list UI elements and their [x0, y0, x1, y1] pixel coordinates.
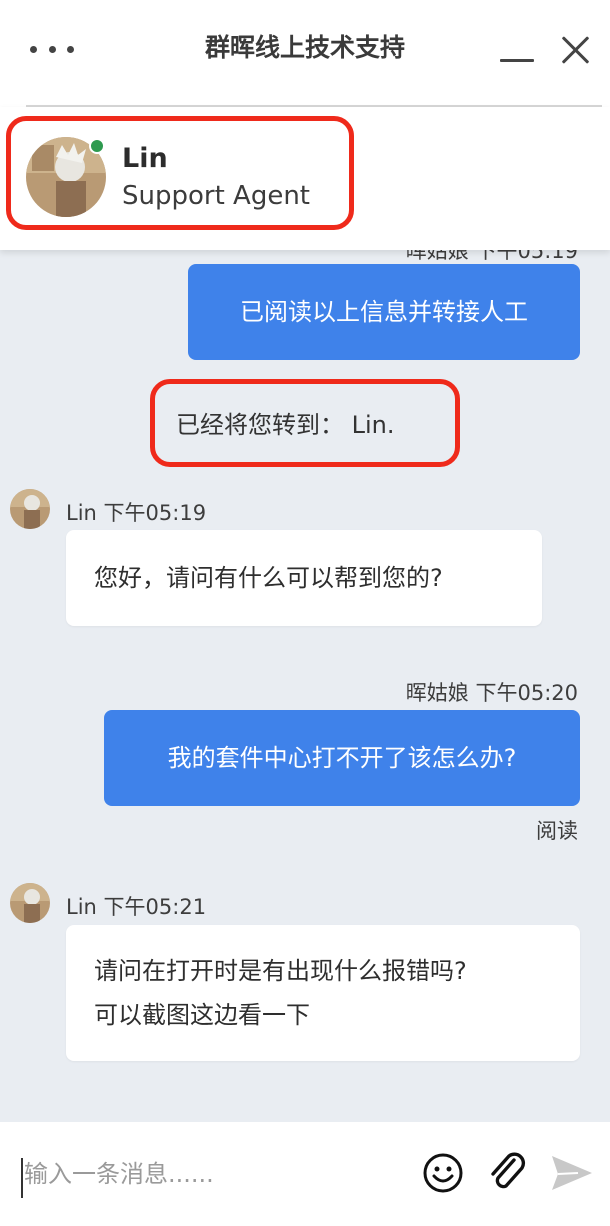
message-composer	[0, 1122, 610, 1226]
send-icon[interactable]	[548, 1150, 594, 1196]
system-message: 已经将您转到： Lin.	[176, 411, 395, 439]
message-meta: 晖姑娘 下午05:20	[405, 681, 578, 705]
close-icon[interactable]	[558, 32, 594, 68]
outgoing-message: 已阅读以上信息并转接人工	[188, 264, 580, 360]
agent-info-bar: Lin Support Agent	[0, 107, 610, 250]
online-status-indicator	[89, 138, 105, 154]
chat-history[interactable]: 晖姑娘 下午05:19 已阅读以上信息并转接人工 已经将您转到： Lin. Li…	[0, 107, 610, 1122]
agent-role: Support Agent	[122, 181, 311, 211]
agent-avatar-small	[10, 883, 50, 923]
minimize-icon[interactable]	[500, 36, 536, 66]
outgoing-message: 我的套件中心打不开了该怎么办?	[104, 710, 580, 806]
message-meta: Lin 下午05:19	[66, 501, 207, 525]
incoming-message: 请问在打开时是有出现什么报错吗? 可以截图这边看一下	[66, 925, 580, 1061]
message-meta: Lin 下午05:21	[66, 895, 207, 919]
paperclip-icon[interactable]	[484, 1150, 530, 1196]
agent-name: Lin	[122, 143, 168, 174]
emoji-icon[interactable]	[420, 1150, 466, 1196]
message-input[interactable]	[20, 1148, 400, 1200]
window-header: 群晖线上技术支持	[0, 0, 610, 107]
text-caret	[21, 1158, 23, 1198]
agent-avatar-small	[10, 489, 50, 529]
incoming-message: 您好，请问有什么可以帮到您的?	[66, 530, 542, 626]
read-receipt: 阅读	[536, 819, 578, 843]
